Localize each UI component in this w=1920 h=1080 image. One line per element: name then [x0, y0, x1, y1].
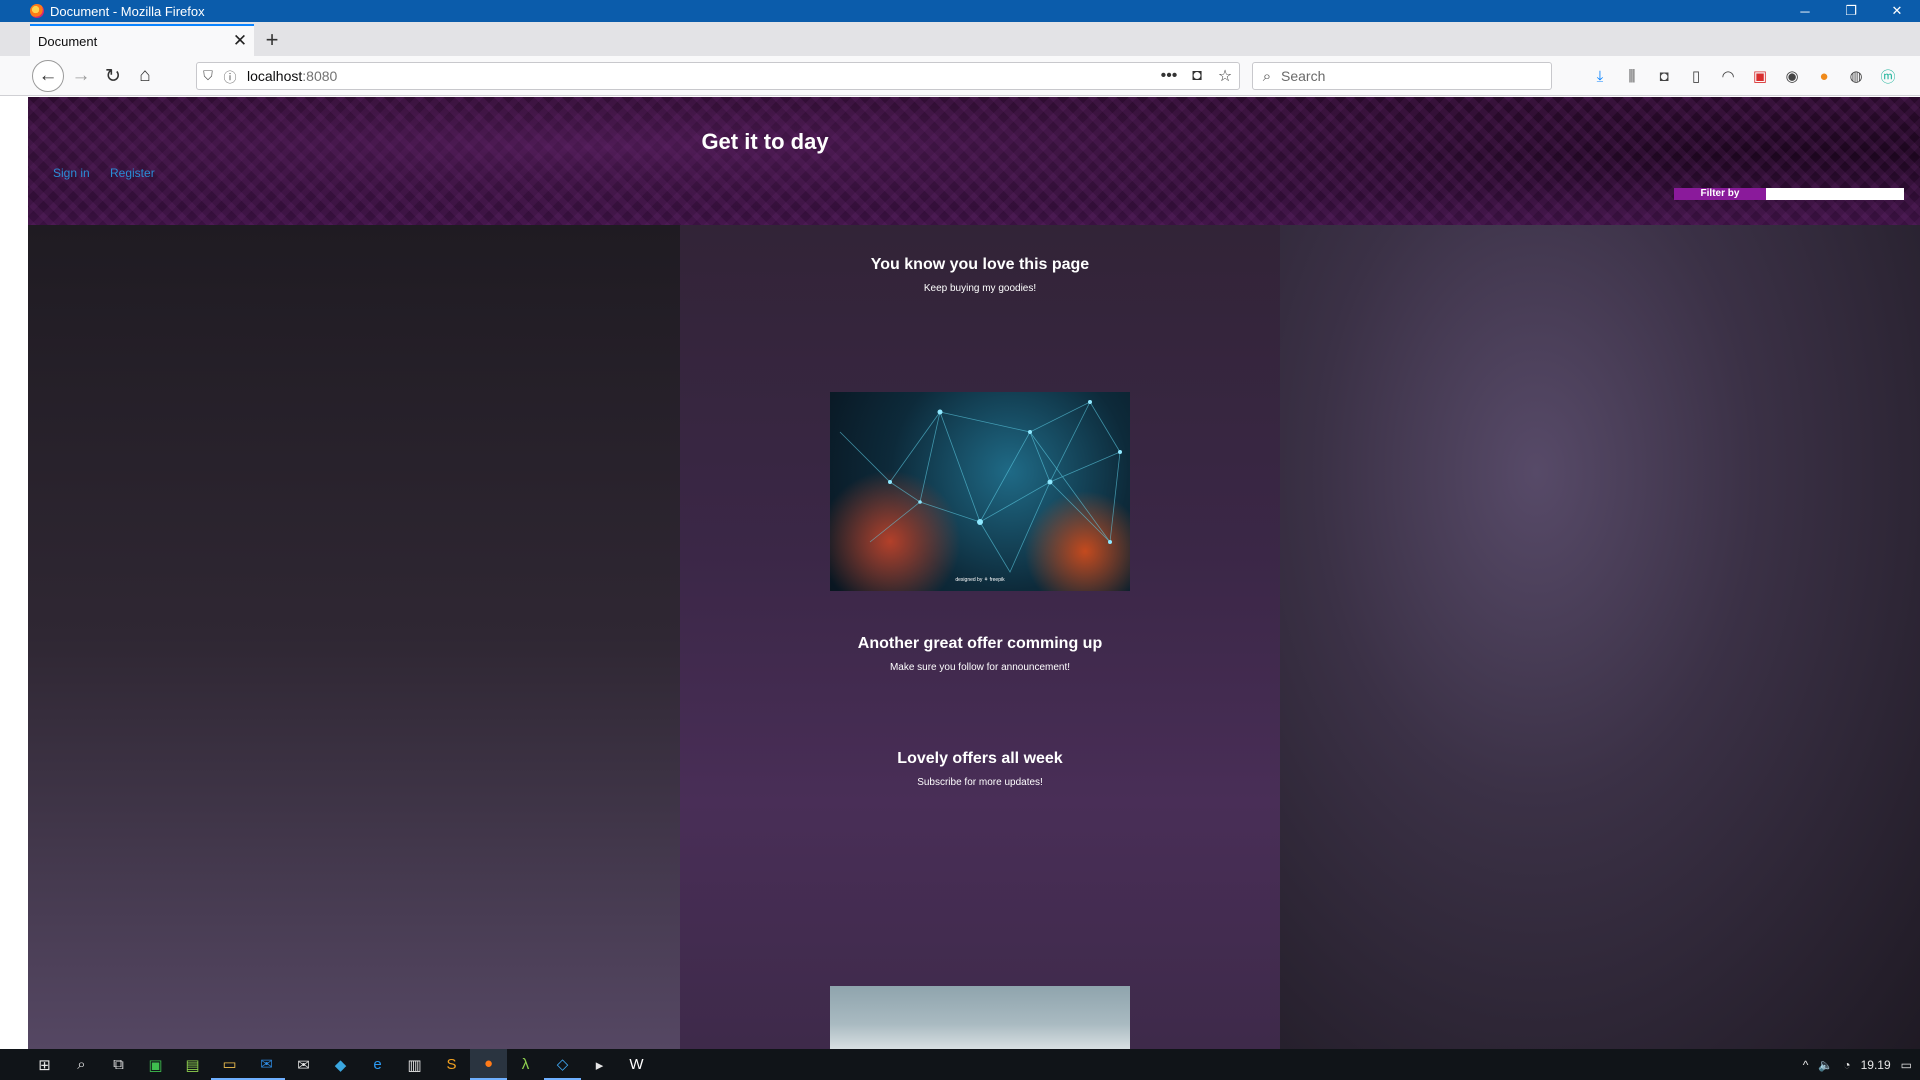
extension-red-icon[interactable]: ▣ [1748, 64, 1772, 88]
outlook-icon[interactable]: ✉ [248, 1049, 285, 1080]
close-window-button[interactable]: ✕ [1874, 0, 1920, 22]
photos-icon[interactable]: ▤ [174, 1049, 211, 1080]
vscode-icon[interactable]: ◇ [544, 1049, 581, 1080]
account-icon[interactable]: ◉ [1780, 64, 1804, 88]
section-subtitle: Keep buying my goodies! [923, 283, 1037, 294]
tab-strip: Document ✕ + [0, 22, 1920, 56]
firefox-logo-icon [30, 4, 44, 18]
offer-section: Another great offer comming up Make sure… [680, 635, 1280, 673]
tab-title: Document [38, 33, 98, 49]
url-bar[interactable]: ⛉ ⓘ localhost:8080 ••• ◘ ☆ [196, 62, 1240, 90]
right-background [1280, 225, 1920, 1049]
pocket-icon[interactable]: ◘ [1652, 64, 1676, 88]
store-icon[interactable]: ◆ [322, 1049, 359, 1080]
firefox-icon[interactable]: ● [470, 1049, 507, 1080]
tab-document[interactable]: Document ✕ [30, 24, 254, 56]
library-icon[interactable]: ⫼ [1620, 64, 1644, 88]
clock[interactable]: 19.19 [1861, 1058, 1891, 1072]
section-subtitle: Make sure you follow for announcement! [889, 662, 1071, 673]
notepad-icon[interactable]: ▥ [396, 1049, 433, 1080]
windows-start-icon[interactable]: ⊞ [26, 1049, 63, 1080]
page-viewport: Get it to day Sign in Register Filter by… [28, 97, 1920, 1049]
file-explorer-icon[interactable]: ▭ [211, 1049, 248, 1080]
lambda-icon[interactable]: λ [507, 1049, 544, 1080]
page-actions-icon[interactable]: ••• [1155, 67, 1183, 85]
volume-icon[interactable]: 🔈 [1818, 1058, 1833, 1072]
search-bar[interactable]: ⌕ [1252, 62, 1552, 90]
main-content-column: You know you love this page Keep buying … [680, 225, 1280, 1049]
navigation-toolbar: ← → ↻ ⌂ ⛉ ⓘ localhost:8080 ••• ◘ ☆ ⌕ ⤓ ⫼ ◘… [0, 56, 1920, 96]
site-info-icon[interactable]: ⓘ [219, 67, 241, 86]
reload-button[interactable]: ↻ [98, 61, 128, 91]
sign-in-link[interactable]: Sign in [53, 166, 90, 180]
section-subtitle: Subscribe for more updates! [917, 777, 1043, 788]
section-title: You know you love this page [870, 256, 1090, 273]
extension-m-icon[interactable]: ⓜ [1876, 64, 1900, 88]
home-button[interactable]: ⌂ [130, 61, 160, 91]
extension-icon[interactable]: ◠ [1716, 64, 1740, 88]
restore-button[interactable]: ❐ [1828, 0, 1874, 22]
pocket-icon[interactable]: ◘ [1183, 67, 1211, 85]
extension-globe-icon[interactable]: ◍ [1844, 64, 1868, 88]
toolbar-icons: ⤓ ⫼ ◘ ▯ ◠ ▣ ◉ ● ◍ ⓜ [1588, 64, 1900, 88]
section-title: Another great offer comming up [857, 635, 1103, 652]
image-credit: designed by ⚘ freepik [955, 577, 1005, 583]
filter-input[interactable] [1766, 188, 1904, 200]
terminal-icon[interactable]: ▸ [581, 1049, 618, 1080]
sidebar-icon[interactable]: ▯ [1684, 64, 1708, 88]
system-tray: ^ 🔈 ◔ 19.19 ▭ [1803, 1049, 1920, 1080]
search-input[interactable] [1281, 68, 1551, 84]
sky-promo-image [830, 986, 1130, 1049]
filter-control: Filter by [1674, 188, 1904, 200]
tray-chevron-icon[interactable]: ^ [1803, 1058, 1809, 1072]
edge-icon[interactable]: e [359, 1049, 396, 1080]
site-title: Get it to day [701, 129, 829, 154]
notifications-icon[interactable]: ▭ [1901, 1058, 1912, 1072]
forward-button[interactable]: → [66, 61, 96, 91]
back-button[interactable]: ← [32, 60, 64, 92]
new-tab-button[interactable]: + [258, 26, 286, 54]
mail-icon[interactable]: ✉ [285, 1049, 322, 1080]
download-icon[interactable]: ⤓ [1588, 64, 1612, 88]
webstorm-icon[interactable]: W [618, 1049, 655, 1080]
window-title-bar: Document - Mozilla Firefox ─ ❐ ✕ [0, 0, 1920, 22]
tab-close-icon[interactable]: ✕ [226, 31, 254, 51]
url-host: localhost [247, 68, 303, 84]
offer-section: You know you love this page Keep buying … [680, 256, 1280, 294]
windows-taskbar: ⊞ ⌕ ⧉ ▣ ▤ ▭ ✉ ✉ ◆ e ▥ S ● λ ◇ ▸ W ^ 🔈 ◔ 19.19 ▭ [0, 1049, 1920, 1080]
url-port: :8080 [302, 68, 338, 84]
minimize-button[interactable]: ─ [1782, 0, 1828, 22]
left-background [28, 225, 680, 1049]
window-title: Document - Mozilla Firefox [50, 3, 205, 19]
search-icon[interactable]: ⌕ [63, 1049, 100, 1080]
offer-section: Lovely offers all week Subscribe for mor… [680, 750, 1280, 788]
site-header: Get it to day Sign in Register Filter by [28, 97, 1920, 225]
section-title: Lovely offers all week [897, 750, 1063, 767]
app-green-icon[interactable]: ▣ [137, 1049, 174, 1080]
network-promo-image: designed by ⚘ freepik [830, 392, 1130, 591]
register-link[interactable]: Register [110, 166, 155, 180]
network-icon[interactable]: ◔ [1843, 1058, 1850, 1072]
network-lines-graphic [839, 400, 1122, 573]
bookmark-star-icon[interactable]: ☆ [1211, 66, 1239, 86]
extension-orange-icon[interactable]: ● [1812, 64, 1836, 88]
filter-label: Filter by [1674, 188, 1766, 200]
task-view-icon[interactable]: ⧉ [100, 1049, 137, 1080]
search-icon: ⌕ [1262, 67, 1272, 85]
url-text[interactable]: localhost:8080 [241, 68, 1155, 84]
sublime-icon[interactable]: S [433, 1049, 470, 1080]
tracking-shield-icon[interactable]: ⛉ [197, 68, 219, 84]
